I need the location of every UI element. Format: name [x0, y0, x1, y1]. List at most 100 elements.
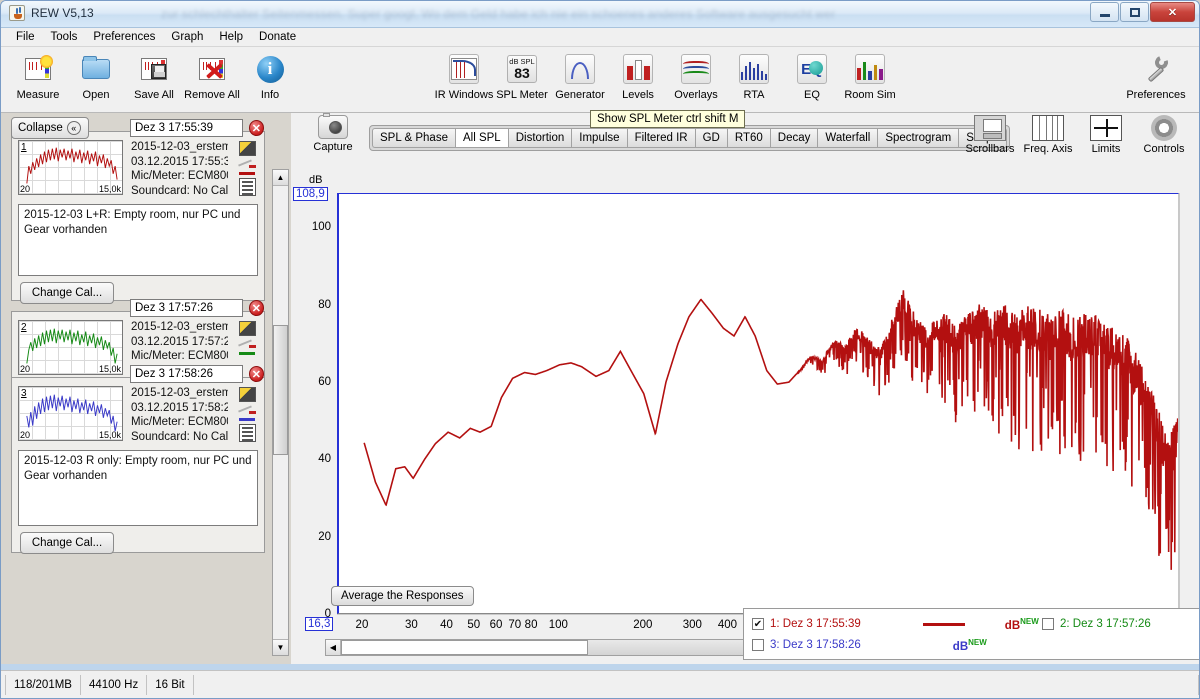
change-cal-button-3[interactable]: Change Cal...: [20, 532, 114, 554]
thumb-high-freq-2: 15,0k: [98, 364, 121, 374]
controls-button[interactable]: Controls: [1135, 115, 1193, 155]
measurement-mic-1: Mic/Meter: ECM8000-CS.: [131, 170, 228, 182]
collapse-button[interactable]: Collapse «: [11, 117, 89, 139]
levels-button[interactable]: Levels: [609, 47, 667, 101]
legend-item-3[interactable]: 3: Dez 3 17:58:26 dBNEW: [752, 638, 1042, 653]
eq-label: EQ: [804, 89, 820, 101]
close-button[interactable]: ✕: [1150, 2, 1195, 22]
measurement-note-1[interactable]: 2015-12-03 L+R: Empty room, nur PC und G…: [18, 204, 258, 276]
notes-icon-1[interactable]: [238, 178, 256, 196]
tab-spl-phase[interactable]: SPL & Phase: [372, 128, 455, 148]
legend-item-2[interactable]: 2: Dez 3 17:57:26 dBNEW: [1042, 617, 1199, 632]
series-color-swatch-2[interactable]: [239, 352, 255, 355]
tab-distortion[interactable]: Distortion: [507, 128, 572, 148]
measurement-name-field-3[interactable]: Dez 3 17:58:26: [130, 365, 243, 383]
x-axis-min-field[interactable]: 16,3: [305, 617, 334, 631]
minimize-button[interactable]: [1090, 2, 1119, 22]
change-cal-button-1[interactable]: Change Cal...: [20, 282, 114, 304]
save-all-button[interactable]: Save All: [125, 47, 183, 101]
measurement-note-3[interactable]: 2015-12-03 R only: Empty room, nur PC un…: [18, 450, 258, 526]
room-sim-button[interactable]: Room Sim: [841, 47, 899, 101]
pen-icon-1[interactable]: [238, 159, 256, 169]
limits-label: Limits: [1091, 143, 1121, 155]
average-responses-button[interactable]: Average the Responses: [331, 586, 474, 606]
generator-button[interactable]: Generator: [551, 47, 609, 101]
tab-waterfall[interactable]: Waterfall: [817, 128, 878, 148]
remove-all-button[interactable]: Remove All: [183, 47, 241, 101]
capture-button[interactable]: Capture: [305, 113, 361, 153]
legend-item-1[interactable]: ✔ 1: Dez 3 17:55:39 dBNEW: [752, 617, 1042, 632]
eq-icon: EQ: [795, 52, 829, 86]
preferences-button[interactable]: Preferences: [1126, 47, 1186, 101]
menu-help[interactable]: Help: [212, 29, 250, 45]
rta-button[interactable]: RTA: [725, 47, 783, 101]
status-sample-rate: 44100 Hz: [81, 674, 148, 695]
menu-donate[interactable]: Donate: [252, 29, 303, 45]
tab-gd[interactable]: GD: [694, 128, 727, 148]
spl-chart[interactable]: [337, 193, 1179, 614]
edit-icon-2[interactable]: [238, 321, 256, 336]
tab-rt60[interactable]: RT60: [726, 128, 770, 148]
measurement-thumbnail-2[interactable]: 2 20 15,0k: [18, 320, 123, 375]
measurement-tab-1: Dez 3 17:55:39 ✕: [130, 118, 264, 138]
measurement-thumbnail-1[interactable]: 1 20 15,0k: [18, 140, 123, 195]
measurement-datetime-3: 03.12.2015 17:58:26: [131, 401, 228, 414]
delete-measurement-icon-3[interactable]: ✕: [248, 366, 264, 382]
pen-icon-3[interactable]: [238, 405, 256, 415]
menu-preferences[interactable]: Preferences: [86, 29, 162, 45]
eq-button[interactable]: EQ EQ: [783, 47, 841, 101]
delete-measurement-icon-2[interactable]: ✕: [248, 300, 264, 316]
tab-all-spl[interactable]: All SPL: [454, 128, 508, 148]
menu-tools[interactable]: Tools: [44, 29, 85, 45]
generator-icon: [563, 52, 597, 86]
menu-file[interactable]: File: [9, 29, 42, 45]
ir-windows-button[interactable]: IR Windows: [435, 47, 493, 101]
menu-graph[interactable]: Graph: [164, 29, 210, 45]
scroll-down-icon[interactable]: ▼: [273, 639, 288, 655]
edit-icon-1[interactable]: [238, 141, 256, 156]
measurement-thumbnail-3[interactable]: 3 20 15,0k: [18, 386, 123, 441]
y-tick-label: 60: [318, 376, 331, 389]
overlays-button[interactable]: Overlays: [667, 47, 725, 101]
edit-icon-3[interactable]: [238, 387, 256, 402]
legend-checkbox-2[interactable]: [1042, 618, 1054, 631]
spl-meter-button[interactable]: dB SPL 83 SPL Meter: [493, 47, 551, 101]
toolbar-file-group: Measure Open Save All Remove All i Info: [9, 47, 299, 101]
room-sim-icon: [853, 52, 887, 86]
tab-spectrogram[interactable]: Spectrogram: [877, 128, 959, 148]
scrollbars-button[interactable]: Scrollbars: [961, 115, 1019, 155]
series-color-swatch-1[interactable]: [239, 172, 255, 175]
delete-measurement-icon-1[interactable]: ✕: [248, 120, 264, 136]
freq-axis-button[interactable]: Freq. Axis: [1019, 115, 1077, 155]
notes-icon-3[interactable]: [238, 424, 256, 442]
scrollbar-thumb[interactable]: [273, 325, 288, 455]
legend-checkbox-1[interactable]: ✔: [752, 618, 764, 631]
measurement-index-1: 1: [21, 142, 27, 153]
scrollbars-icon: [974, 115, 1006, 141]
pen-icon-2[interactable]: [238, 339, 256, 349]
y-axis-max-field[interactable]: 108,9: [293, 187, 328, 201]
measure-button[interactable]: Measure: [9, 47, 67, 101]
info-button[interactable]: i Info: [241, 47, 299, 101]
measurement-list-scrollbar[interactable]: ▲ ▼: [272, 169, 289, 656]
remove-all-icon: [195, 52, 229, 86]
scroll-up-icon[interactable]: ▲: [273, 170, 288, 186]
spl-chart-svg: [339, 194, 1178, 613]
measurement-name-field-2[interactable]: Dez 3 17:57:26: [130, 299, 243, 317]
maximize-button[interactable]: [1120, 2, 1149, 22]
tab-filtered-ir[interactable]: Filtered IR: [626, 128, 695, 148]
scroll-left-icon[interactable]: ◀: [326, 640, 341, 655]
measurement-name-field-1[interactable]: Dez 3 17:55:39: [130, 119, 243, 137]
tab-impulse[interactable]: Impulse: [571, 128, 627, 148]
hscroll-thumb-left[interactable]: [341, 640, 588, 655]
limits-button[interactable]: Limits: [1077, 115, 1135, 155]
legend-checkbox-3[interactable]: [752, 639, 764, 652]
measurement-card-1[interactable]: Dez 3 17:55:39 ✕ 1 20 15,0k 2015-12-03_e…: [11, 119, 265, 304]
thumb-low-freq-3: 20: [20, 430, 31, 440]
x-tick-label: 200: [633, 619, 653, 631]
tab-decay[interactable]: Decay: [769, 128, 818, 148]
open-button[interactable]: Open: [67, 47, 125, 101]
levels-icon: [621, 52, 655, 86]
series-color-swatch-3[interactable]: [239, 418, 255, 421]
measurement-card-3[interactable]: Dez 3 17:58:26 ✕ 3 20 15,0k 2015-12-03_e…: [11, 365, 265, 554]
